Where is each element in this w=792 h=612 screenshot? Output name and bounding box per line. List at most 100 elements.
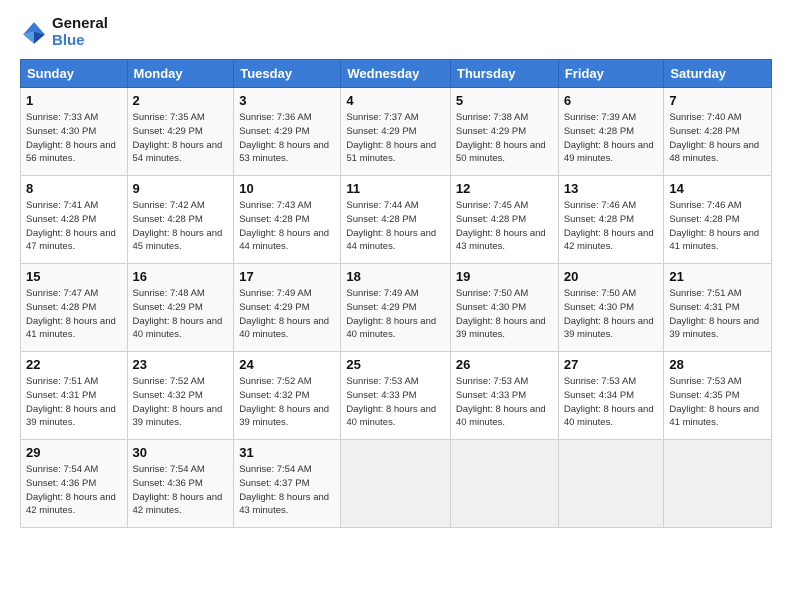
day-info: Sunrise: 7:43 AMSunset: 4:28 PMDaylight:… xyxy=(239,199,335,254)
day-info: Sunrise: 7:53 AMSunset: 4:33 PMDaylight:… xyxy=(346,375,445,430)
calendar-cell: 21Sunrise: 7:51 AMSunset: 4:31 PMDayligh… xyxy=(664,264,772,352)
day-info: Sunrise: 7:38 AMSunset: 4:29 PMDaylight:… xyxy=(456,111,553,166)
calendar-cell: 29Sunrise: 7:54 AMSunset: 4:36 PMDayligh… xyxy=(21,440,128,528)
day-number: 8 xyxy=(26,180,122,198)
calendar-cell: 13Sunrise: 7:46 AMSunset: 4:28 PMDayligh… xyxy=(558,176,664,264)
day-number: 24 xyxy=(239,356,335,374)
day-info: Sunrise: 7:46 AMSunset: 4:28 PMDaylight:… xyxy=(564,199,659,254)
calendar-cell: 14Sunrise: 7:46 AMSunset: 4:28 PMDayligh… xyxy=(664,176,772,264)
day-info: Sunrise: 7:39 AMSunset: 4:28 PMDaylight:… xyxy=(564,111,659,166)
day-header-monday: Monday xyxy=(127,60,234,88)
day-number: 30 xyxy=(133,444,229,462)
day-info: Sunrise: 7:36 AMSunset: 4:29 PMDaylight:… xyxy=(239,111,335,166)
logo-icon xyxy=(20,19,48,47)
day-header-friday: Friday xyxy=(558,60,664,88)
day-number: 3 xyxy=(239,92,335,110)
day-number: 13 xyxy=(564,180,659,198)
calendar-cell: 28Sunrise: 7:53 AMSunset: 4:35 PMDayligh… xyxy=(664,352,772,440)
calendar-cell: 12Sunrise: 7:45 AMSunset: 4:28 PMDayligh… xyxy=(450,176,558,264)
day-number: 15 xyxy=(26,268,122,286)
calendar-cell: 17Sunrise: 7:49 AMSunset: 4:29 PMDayligh… xyxy=(234,264,341,352)
day-info: Sunrise: 7:54 AMSunset: 4:36 PMDaylight:… xyxy=(133,463,229,518)
day-number: 20 xyxy=(564,268,659,286)
calendar-week-row: 29Sunrise: 7:54 AMSunset: 4:36 PMDayligh… xyxy=(21,440,772,528)
day-number: 9 xyxy=(133,180,229,198)
day-number: 18 xyxy=(346,268,445,286)
day-header-thursday: Thursday xyxy=(450,60,558,88)
calendar-cell: 23Sunrise: 7:52 AMSunset: 4:32 PMDayligh… xyxy=(127,352,234,440)
day-info: Sunrise: 7:33 AMSunset: 4:30 PMDaylight:… xyxy=(26,111,122,166)
calendar-cell: 11Sunrise: 7:44 AMSunset: 4:28 PMDayligh… xyxy=(341,176,451,264)
day-info: Sunrise: 7:42 AMSunset: 4:28 PMDaylight:… xyxy=(133,199,229,254)
calendar-cell: 6Sunrise: 7:39 AMSunset: 4:28 PMDaylight… xyxy=(558,88,664,176)
day-number: 28 xyxy=(669,356,766,374)
day-info: Sunrise: 7:51 AMSunset: 4:31 PMDaylight:… xyxy=(26,375,122,430)
day-number: 17 xyxy=(239,268,335,286)
calendar-cell: 9Sunrise: 7:42 AMSunset: 4:28 PMDaylight… xyxy=(127,176,234,264)
calendar-cell: 7Sunrise: 7:40 AMSunset: 4:28 PMDaylight… xyxy=(664,88,772,176)
calendar-week-row: 1Sunrise: 7:33 AMSunset: 4:30 PMDaylight… xyxy=(21,88,772,176)
calendar-cell: 22Sunrise: 7:51 AMSunset: 4:31 PMDayligh… xyxy=(21,352,128,440)
day-number: 19 xyxy=(456,268,553,286)
logo: General Blue xyxy=(20,16,108,49)
day-info: Sunrise: 7:50 AMSunset: 4:30 PMDaylight:… xyxy=(564,287,659,342)
calendar-cell: 19Sunrise: 7:50 AMSunset: 4:30 PMDayligh… xyxy=(450,264,558,352)
day-number: 22 xyxy=(26,356,122,374)
day-number: 27 xyxy=(564,356,659,374)
calendar-cell xyxy=(558,440,664,528)
calendar-cell xyxy=(664,440,772,528)
day-number: 2 xyxy=(133,92,229,110)
calendar-cell: 30Sunrise: 7:54 AMSunset: 4:36 PMDayligh… xyxy=(127,440,234,528)
day-info: Sunrise: 7:54 AMSunset: 4:37 PMDaylight:… xyxy=(239,463,335,518)
calendar-cell: 18Sunrise: 7:49 AMSunset: 4:29 PMDayligh… xyxy=(341,264,451,352)
calendar-week-row: 22Sunrise: 7:51 AMSunset: 4:31 PMDayligh… xyxy=(21,352,772,440)
page-header: General Blue xyxy=(20,16,772,49)
day-info: Sunrise: 7:47 AMSunset: 4:28 PMDaylight:… xyxy=(26,287,122,342)
day-number: 29 xyxy=(26,444,122,462)
logo-text: General Blue xyxy=(52,16,108,49)
day-info: Sunrise: 7:52 AMSunset: 4:32 PMDaylight:… xyxy=(133,375,229,430)
calendar-week-row: 8Sunrise: 7:41 AMSunset: 4:28 PMDaylight… xyxy=(21,176,772,264)
day-number: 25 xyxy=(346,356,445,374)
day-info: Sunrise: 7:48 AMSunset: 4:29 PMDaylight:… xyxy=(133,287,229,342)
day-info: Sunrise: 7:53 AMSunset: 4:33 PMDaylight:… xyxy=(456,375,553,430)
day-info: Sunrise: 7:53 AMSunset: 4:34 PMDaylight:… xyxy=(564,375,659,430)
day-info: Sunrise: 7:44 AMSunset: 4:28 PMDaylight:… xyxy=(346,199,445,254)
day-number: 10 xyxy=(239,180,335,198)
calendar-cell: 8Sunrise: 7:41 AMSunset: 4:28 PMDaylight… xyxy=(21,176,128,264)
day-info: Sunrise: 7:52 AMSunset: 4:32 PMDaylight:… xyxy=(239,375,335,430)
day-number: 12 xyxy=(456,180,553,198)
day-info: Sunrise: 7:49 AMSunset: 4:29 PMDaylight:… xyxy=(346,287,445,342)
calendar-table: SundayMondayTuesdayWednesdayThursdayFrid… xyxy=(20,59,772,528)
day-info: Sunrise: 7:45 AMSunset: 4:28 PMDaylight:… xyxy=(456,199,553,254)
day-number: 5 xyxy=(456,92,553,110)
calendar-cell: 2Sunrise: 7:35 AMSunset: 4:29 PMDaylight… xyxy=(127,88,234,176)
day-number: 4 xyxy=(346,92,445,110)
calendar-cell: 16Sunrise: 7:48 AMSunset: 4:29 PMDayligh… xyxy=(127,264,234,352)
day-number: 7 xyxy=(669,92,766,110)
day-info: Sunrise: 7:35 AMSunset: 4:29 PMDaylight:… xyxy=(133,111,229,166)
calendar-cell: 1Sunrise: 7:33 AMSunset: 4:30 PMDaylight… xyxy=(21,88,128,176)
day-header-saturday: Saturday xyxy=(664,60,772,88)
calendar-week-row: 15Sunrise: 7:47 AMSunset: 4:28 PMDayligh… xyxy=(21,264,772,352)
day-info: Sunrise: 7:40 AMSunset: 4:28 PMDaylight:… xyxy=(669,111,766,166)
day-header-tuesday: Tuesday xyxy=(234,60,341,88)
calendar-body: 1Sunrise: 7:33 AMSunset: 4:30 PMDaylight… xyxy=(21,88,772,528)
day-number: 23 xyxy=(133,356,229,374)
calendar-cell: 27Sunrise: 7:53 AMSunset: 4:34 PMDayligh… xyxy=(558,352,664,440)
day-info: Sunrise: 7:37 AMSunset: 4:29 PMDaylight:… xyxy=(346,111,445,166)
calendar-cell: 20Sunrise: 7:50 AMSunset: 4:30 PMDayligh… xyxy=(558,264,664,352)
calendar-cell: 31Sunrise: 7:54 AMSunset: 4:37 PMDayligh… xyxy=(234,440,341,528)
day-number: 1 xyxy=(26,92,122,110)
day-number: 6 xyxy=(564,92,659,110)
day-info: Sunrise: 7:54 AMSunset: 4:36 PMDaylight:… xyxy=(26,463,122,518)
day-info: Sunrise: 7:46 AMSunset: 4:28 PMDaylight:… xyxy=(669,199,766,254)
calendar-header-row: SundayMondayTuesdayWednesdayThursdayFrid… xyxy=(21,60,772,88)
day-number: 31 xyxy=(239,444,335,462)
day-info: Sunrise: 7:51 AMSunset: 4:31 PMDaylight:… xyxy=(669,287,766,342)
day-info: Sunrise: 7:50 AMSunset: 4:30 PMDaylight:… xyxy=(456,287,553,342)
day-header-sunday: Sunday xyxy=(21,60,128,88)
calendar-cell xyxy=(341,440,451,528)
calendar-cell: 10Sunrise: 7:43 AMSunset: 4:28 PMDayligh… xyxy=(234,176,341,264)
calendar-cell: 24Sunrise: 7:52 AMSunset: 4:32 PMDayligh… xyxy=(234,352,341,440)
